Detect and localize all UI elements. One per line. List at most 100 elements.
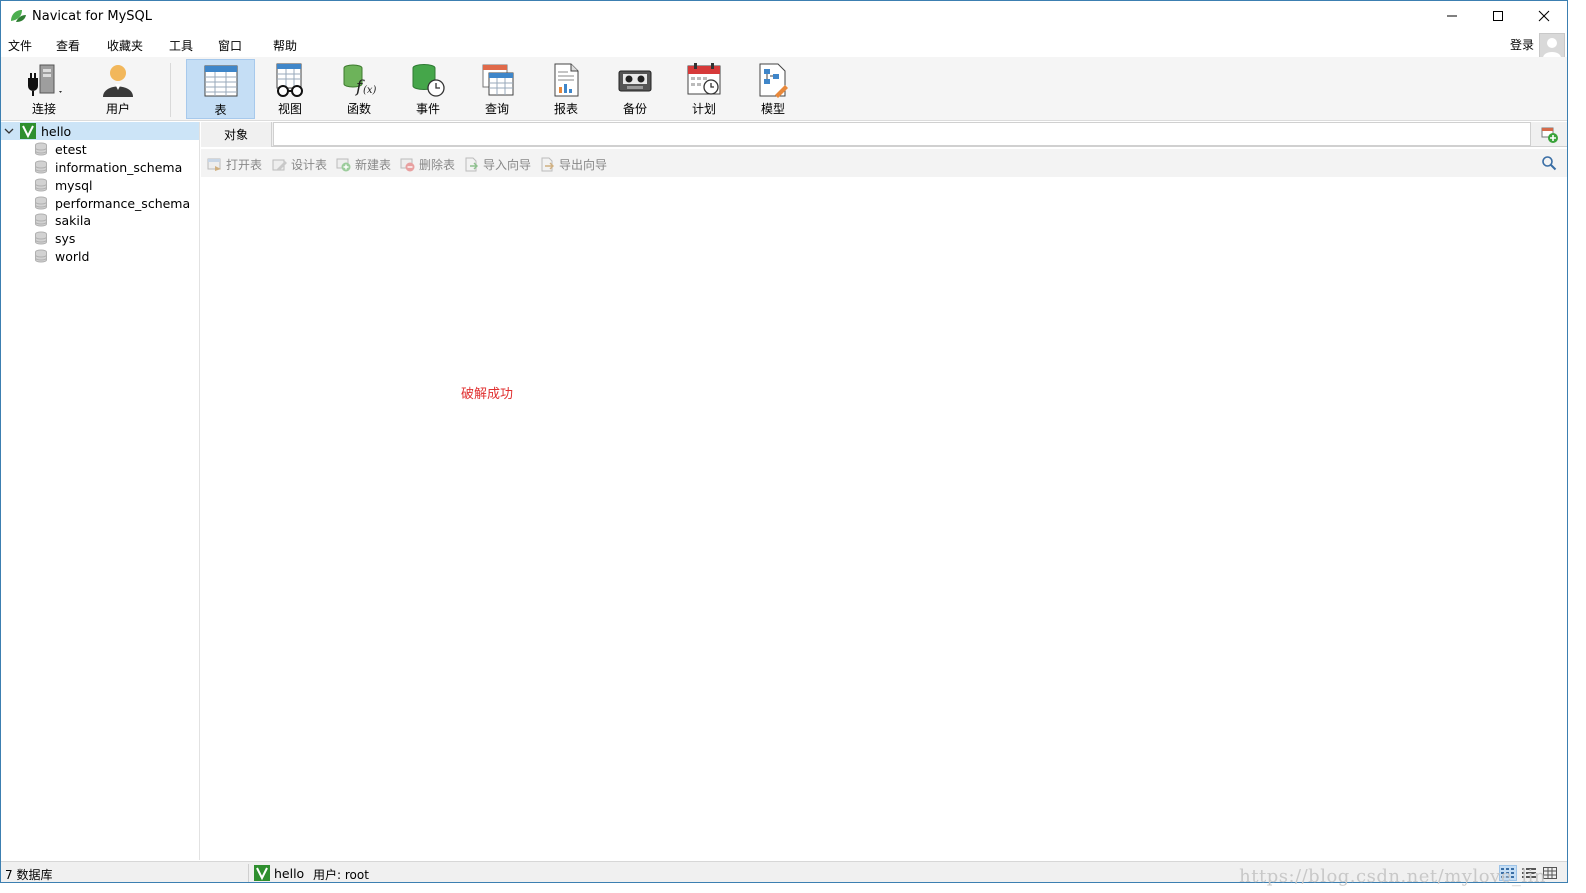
toolbar-separator <box>170 63 171 117</box>
open-table-label: 打开表 <box>226 158 263 172</box>
model-icon <box>759 63 788 98</box>
tree-database-item[interactable]: performance_schema <box>1 194 199 212</box>
status-connection: hello <box>254 865 304 881</box>
database-icon <box>35 160 47 174</box>
toolbar-function[interactable]: f (x) 函数 <box>332 59 386 119</box>
database-icon <box>35 178 47 192</box>
toolbar-event-label: 事件 <box>415 102 440 116</box>
user-avatar-icon <box>1543 38 1561 58</box>
export-wizard-button[interactable]: 导出向导 <box>540 156 607 173</box>
delete-table-button[interactable]: 删除表 <box>400 156 455 173</box>
delete-table-icon <box>400 158 415 172</box>
toolbar-report-label: 报表 <box>553 102 578 116</box>
avatar[interactable] <box>1539 33 1565 59</box>
tree-database-item[interactable]: mysql <box>1 176 199 194</box>
tree-database-item[interactable]: etest <box>1 140 199 158</box>
chevron-down-icon[interactable] <box>2 124 16 138</box>
menu-favorites[interactable]: 收藏夹 <box>107 37 143 54</box>
tree-connection-hello[interactable]: hello <box>1 122 199 140</box>
user-icon <box>103 65 133 97</box>
toolbar-connection[interactable]: 连接 <box>19 59 69 119</box>
minimize-icon <box>1447 15 1457 17</box>
toolbar-user[interactable]: 用户 <box>93 59 143 119</box>
navigation-tree: hello etest information_schema mysql per… <box>1 122 200 860</box>
window-controls <box>1429 1 1567 31</box>
new-table-button[interactable]: 新建表 <box>336 156 391 173</box>
tree-database-label: mysql <box>55 177 93 193</box>
connection-plug-icon <box>28 64 62 96</box>
toolbar-report[interactable]: 报表 <box>539 59 593 119</box>
schedule-calendar-icon <box>687 63 721 95</box>
toolbar-table[interactable]: 表 <box>186 59 255 119</box>
status-divider <box>248 864 249 882</box>
menu-file[interactable]: 文件 <box>8 37 32 54</box>
tab-objects[interactable]: 对象 <box>201 122 272 147</box>
open-table-icon <box>207 158 221 171</box>
watermark: https://blog.csdn.net/mylove_lin <box>1239 866 1546 887</box>
toolbar-user-label: 用户 <box>105 102 130 116</box>
table-icon <box>204 65 237 97</box>
toolbar-event[interactable]: 事件 <box>401 59 455 119</box>
toolbar-view[interactable]: 视图 <box>263 59 317 119</box>
new-tab-icon[interactable] <box>1541 126 1559 144</box>
database-icon <box>35 231 47 245</box>
database-count: 7 数据库 <box>5 868 53 882</box>
database-icon <box>35 249 47 263</box>
import-wizard-label: 导入向导 <box>483 158 532 172</box>
import-wizard-icon <box>465 157 478 172</box>
menu-bar: 文件 查看 收藏夹 工具 窗口 帮助 登录 <box>1 33 1567 59</box>
query-icon <box>482 64 514 96</box>
main-toolbar: 连接 用户 表 视图 f (x) 函数 事件 查询 报表 备份 计划 模型 <box>1 57 1567 121</box>
toolbar-model-label: 模型 <box>760 102 785 116</box>
menu-view[interactable]: 查看 <box>56 37 80 54</box>
tree-database-item[interactable]: sakila <box>1 211 199 229</box>
toolbar-query[interactable]: 查询 <box>470 59 524 119</box>
menu-help[interactable]: 帮助 <box>273 37 297 54</box>
tree-database-label: etest <box>55 141 87 157</box>
tree-connection-label: hello <box>41 123 72 139</box>
design-table-label: 设计表 <box>291 158 328 172</box>
toolbar-table-label: 表 <box>214 103 227 117</box>
export-wizard-label: 导出向导 <box>559 158 608 172</box>
app-window: Navicat for MySQL 文件 查看 收藏夹 工具 窗口 帮助 登录 <box>0 0 1568 883</box>
new-table-label: 新建表 <box>355 158 392 172</box>
toolbar-backup-label: 备份 <box>622 102 647 116</box>
search-icon[interactable] <box>1541 155 1557 171</box>
toolbar-connection-label: 连接 <box>31 102 56 116</box>
tree-database-label: information_schema <box>55 159 183 175</box>
menu-tools[interactable]: 工具 <box>169 37 193 54</box>
tree-database-item[interactable]: sys <box>1 229 199 247</box>
database-icon <box>35 196 47 210</box>
view-glasses-icon <box>276 63 303 97</box>
toolbar-schedule[interactable]: 计划 <box>677 59 731 119</box>
maximize-button[interactable] <box>1475 1 1521 31</box>
database-icon <box>35 213 47 227</box>
object-tab-bar: 对象 <box>201 122 1567 147</box>
toolbar-backup[interactable]: 备份 <box>608 59 662 119</box>
import-wizard-button[interactable]: 导入向导 <box>464 156 531 173</box>
svg-text:(x): (x) <box>363 85 377 96</box>
toolbar-query-label: 查询 <box>484 102 509 116</box>
object-list-area: 破解成功 <box>202 177 1567 860</box>
navicat-logo-icon <box>11 10 26 22</box>
minimize-button[interactable] <box>1429 1 1475 31</box>
delete-table-label: 删除表 <box>419 158 456 172</box>
toolbar-function-label: 函数 <box>346 102 371 116</box>
login-link[interactable]: 登录 <box>1510 36 1534 53</box>
design-table-button[interactable]: 设计表 <box>272 156 327 173</box>
tree-database-item[interactable]: world <box>1 247 199 265</box>
event-clock-icon <box>412 64 445 97</box>
database-icon <box>35 142 47 156</box>
mysql-connection-icon <box>254 865 270 881</box>
toolbar-model[interactable]: 模型 <box>746 59 800 119</box>
title-bar: Navicat for MySQL <box>1 1 1567 31</box>
menu-window[interactable]: 窗口 <box>218 37 242 54</box>
object-action-bar: 打开表 设计表 新建表 删除表 导入向导 导出向导 <box>201 149 1567 177</box>
open-table-button[interactable]: 打开表 <box>207 156 262 173</box>
window-title: Navicat for MySQL <box>32 8 152 24</box>
tree-database-item[interactable]: information_schema <box>1 158 199 176</box>
tree-database-label: world <box>55 248 90 264</box>
close-button[interactable] <box>1521 1 1567 31</box>
function-icon: f (x) <box>343 64 377 97</box>
mysql-connection-icon <box>20 123 36 139</box>
